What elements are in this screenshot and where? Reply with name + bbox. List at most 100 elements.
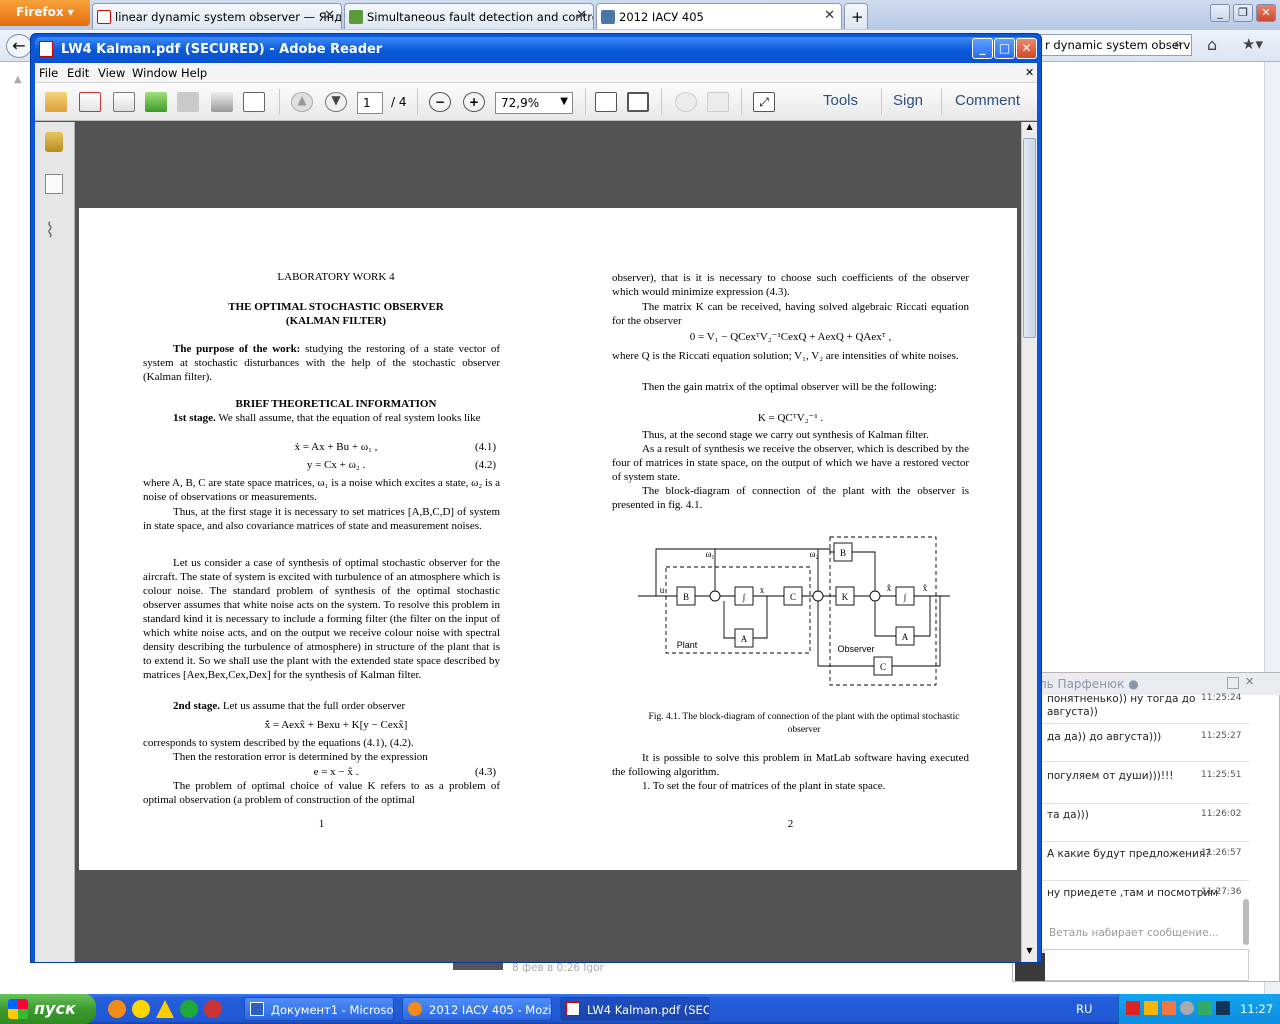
tray-app-icon[interactable] xyxy=(1216,1001,1230,1015)
taskbar-firefox[interactable]: 2012 ІАСУ 405 - Mozi... xyxy=(402,997,552,1021)
tray-app-icon[interactable] xyxy=(1144,1001,1158,1015)
scroll-up-icon[interactable]: ▲ xyxy=(1023,122,1036,136)
minimize-icon[interactable]: _ xyxy=(1210,4,1230,22)
doc-title: THE OPTIMAL STOCHASTIC OBSERVER xyxy=(228,301,444,313)
tray-pdf-icon[interactable] xyxy=(1126,1001,1140,1015)
comment-bubble-icon[interactable] xyxy=(675,92,697,112)
menu-help[interactable]: Help xyxy=(181,66,207,80)
firefox-icon xyxy=(408,1002,422,1016)
back-icon[interactable]: ← xyxy=(6,34,32,58)
adobe-menu-bar: File Edit View Window Help ✕ xyxy=(35,63,1037,83)
chat-minimize-icon[interactable] xyxy=(1227,677,1239,689)
scroll-mode-icon[interactable] xyxy=(595,92,617,112)
upload-icon[interactable] xyxy=(145,92,167,112)
equation-number: (4.3) xyxy=(475,766,497,778)
firefox-menu-button[interactable]: Firefox ▾ xyxy=(0,0,90,26)
quicklaunch-icon[interactable] xyxy=(132,1000,150,1018)
tray-app-icon[interactable] xyxy=(1180,1001,1194,1015)
firefox-quicklaunch-icon[interactable] xyxy=(108,1000,126,1018)
sign-tab[interactable]: Sign xyxy=(893,92,923,109)
menu-window[interactable]: Window xyxy=(132,66,177,80)
diagram-label-xhatdot: x̂̇ xyxy=(887,583,892,593)
purpose-label: The purpose of the work: xyxy=(173,343,301,355)
tab-yandex[interactable]: linear dynamic system observer — Янде...… xyxy=(92,3,342,29)
maximize-icon[interactable]: □ xyxy=(994,38,1015,59)
comment-tab[interactable]: Comment xyxy=(955,92,1020,109)
lab-title: LABORATORY WORK 4 xyxy=(277,271,395,283)
save-icon[interactable] xyxy=(177,92,199,112)
taskbar-adobe[interactable]: LW4 Kalman.pdf (SEC... xyxy=(560,997,710,1021)
attachment-icon[interactable]: ⌇ xyxy=(45,218,55,242)
clock: 11:27 xyxy=(1240,1002,1274,1016)
chat-header[interactable]: ль Парфенюк ● xyxy=(1013,673,1280,695)
tab-2012-iasu[interactable]: 2012 ІАСУ 405 ✕ xyxy=(596,3,842,29)
close-icon[interactable]: ✕ xyxy=(1245,675,1254,688)
quicklaunch-icon[interactable] xyxy=(180,1000,198,1018)
menu-view[interactable]: View xyxy=(98,66,125,80)
continued-paragraph: observer), that is it is necessary to ch… xyxy=(612,272,969,298)
close-icon[interactable]: ✕ xyxy=(824,8,835,23)
fit-page-icon[interactable] xyxy=(627,92,649,112)
previous-page-icon[interactable]: ▲ xyxy=(291,92,313,112)
equation-number: (4.1) xyxy=(475,441,497,453)
diagram-label-k: K xyxy=(842,592,849,602)
print-icon[interactable] xyxy=(211,92,233,112)
start-label: пуск xyxy=(34,999,76,1018)
zoom-out-icon[interactable]: − xyxy=(429,92,451,112)
pages-icon[interactable] xyxy=(45,174,63,194)
observer-equation: x̂̇ = Aexx̂ + Bexu + K[y − Cexx̂] xyxy=(264,719,408,731)
search-icon[interactable]: ⌕ xyxy=(1174,36,1182,52)
task-label: Документ1 - Microso... xyxy=(271,1003,394,1017)
tray-app-icon[interactable] xyxy=(1162,1001,1176,1015)
taskbar-word[interactable]: Документ1 - Microso... xyxy=(244,997,394,1021)
windows-logo-icon xyxy=(8,999,28,1019)
equation-4-3: e = x − x̂ . xyxy=(313,766,359,778)
language-indicator[interactable]: RU xyxy=(1076,1002,1092,1016)
search-input[interactable]: r dynamic system observer xyxy=(1040,34,1192,56)
lock-icon[interactable] xyxy=(45,132,63,152)
menu-file[interactable]: File xyxy=(39,66,58,80)
menu-edit[interactable]: Edit xyxy=(67,66,89,80)
bookmarks-icon[interactable]: ★▾ xyxy=(1242,35,1263,53)
open-icon[interactable] xyxy=(45,92,67,112)
edit-icon[interactable] xyxy=(113,92,135,112)
search-value: r dynamic system observer xyxy=(1045,38,1192,52)
chat-divider xyxy=(1041,841,1249,842)
adobe-reader-window[interactable]: LW4 Kalman.pdf (SECURED) - Adobe Reader … xyxy=(30,33,1042,963)
home-icon[interactable]: ⌂ xyxy=(1207,35,1217,54)
highlight-icon[interactable] xyxy=(707,92,729,112)
tray-network-icon[interactable] xyxy=(1198,1001,1212,1015)
diagram-label-plant: Plant xyxy=(677,640,698,650)
chat-window[interactable]: ль Парфенюк ● ✕ понятненько)) ну тогда д… xyxy=(1012,672,1280,982)
restore-icon[interactable]: ❐ xyxy=(1233,4,1253,22)
tools-tab[interactable]: Tools xyxy=(823,92,858,109)
minimize-icon[interactable]: _ xyxy=(972,38,993,59)
stage2-paragraph: 2nd stage. Let us assume that the full o… xyxy=(143,699,500,713)
zoom-in-icon[interactable]: + xyxy=(463,92,485,112)
chat-time: 11:26:02 xyxy=(1201,809,1242,819)
page-number: 1 xyxy=(318,818,325,830)
next-page-icon[interactable]: ▼ xyxy=(325,92,347,112)
new-tab-button[interactable]: + xyxy=(844,3,868,29)
chat-scrollbar[interactable] xyxy=(1243,899,1249,945)
create-pdf-icon[interactable] xyxy=(79,92,101,112)
close-document-icon[interactable]: ✕ xyxy=(1025,66,1034,79)
scroll-thumb[interactable] xyxy=(1023,138,1036,338)
close-icon[interactable]: ✕ xyxy=(1016,38,1037,59)
zoom-select[interactable]: 72,9% ▼ xyxy=(495,92,573,114)
diagram-label-u: u xyxy=(660,585,665,595)
scroll-down-icon[interactable]: ▼ xyxy=(1023,946,1036,960)
block-paragraph: The block-diagram of connection of the p… xyxy=(612,485,969,511)
quicklaunch-icon[interactable] xyxy=(204,1000,222,1018)
tab-fault-detection[interactable]: Simultaneous fault detection and control… xyxy=(344,3,594,29)
close-icon[interactable]: ✕ xyxy=(324,8,335,23)
chat-message-input[interactable] xyxy=(1043,949,1249,981)
email-icon[interactable] xyxy=(243,92,265,112)
diagram-label-x: x xyxy=(760,585,765,595)
close-icon[interactable]: ✕ xyxy=(576,8,587,23)
document-scrollbar[interactable]: ▲ ▼ xyxy=(1021,122,1037,962)
adobe-title-bar[interactable]: LW4 Kalman.pdf (SECURED) - Adobe Reader xyxy=(35,37,1037,63)
close-icon[interactable]: ✕ xyxy=(1256,4,1276,22)
page-number-input[interactable]: 1 xyxy=(357,92,383,114)
full-screen-icon[interactable]: ⤢ xyxy=(753,92,775,112)
